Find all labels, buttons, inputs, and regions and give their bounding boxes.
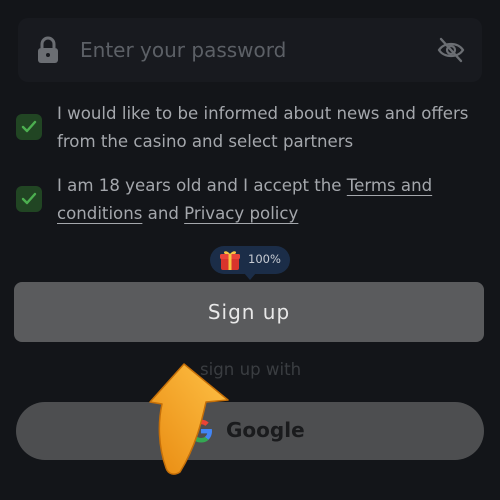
eye-slash-icon[interactable] (436, 36, 466, 64)
gift-icon (220, 251, 240, 270)
news-consent-label: I would like to be informed about news a… (57, 104, 469, 151)
bonus-badge: 100% (210, 246, 290, 280)
privacy-link[interactable]: Privacy policy (184, 204, 298, 223)
news-consent-checkbox[interactable] (16, 114, 42, 140)
password-field (18, 18, 482, 82)
google-signup-button[interactable]: Google (16, 402, 484, 460)
age-consent-joiner: and (142, 204, 185, 223)
password-input[interactable] (80, 32, 420, 68)
checkmark-icon (21, 192, 37, 205)
signup-form: I would like to be informed about news a… (0, 0, 500, 500)
badge-percent: 100% (248, 252, 281, 266)
lock-icon (38, 36, 58, 63)
age-consent-label: I am 18 years old and I accept the Terms… (57, 172, 482, 228)
checkmark-icon (21, 120, 37, 133)
google-button-label: Google (226, 418, 305, 442)
age-consent-prefix: I am 18 years old and I accept the (57, 176, 347, 195)
signup-button[interactable]: Sign up (14, 282, 484, 342)
curved-arrow-icon (149, 363, 229, 475)
age-consent-checkbox[interactable] (16, 186, 42, 212)
